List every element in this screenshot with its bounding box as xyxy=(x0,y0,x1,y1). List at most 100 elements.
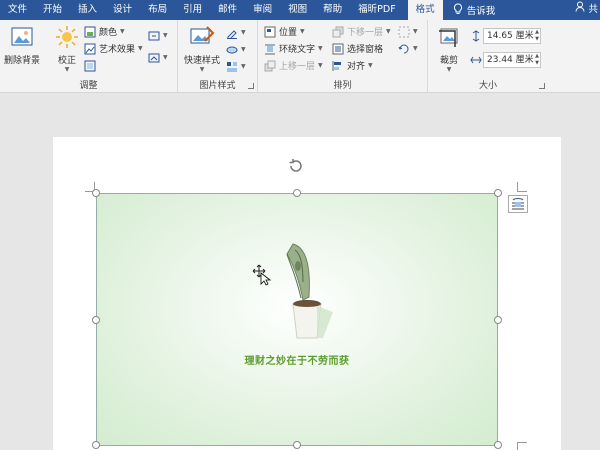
resize-handle-top[interactable] xyxy=(293,189,301,197)
quick-styles-button[interactable]: 快速样式 ▼ xyxy=(184,24,220,73)
color-label: 颜色 xyxy=(99,28,118,38)
align-label: 对齐 xyxy=(347,62,366,72)
resize-handle-left[interactable] xyxy=(92,316,100,324)
selection-pane-icon xyxy=(332,43,344,55)
position-button[interactable]: 位置 ▼ xyxy=(264,24,305,39)
chevron-down-icon: ▼ xyxy=(199,66,205,73)
tab-format[interactable]: 格式 xyxy=(407,0,443,20)
change-picture-button[interactable]: ▼ xyxy=(148,50,168,65)
compress-pictures-button[interactable]: ▼ xyxy=(148,28,168,43)
align-button[interactable]: 对齐 ▼ xyxy=(332,58,373,73)
tab-6[interactable]: 邮件 xyxy=(210,0,245,20)
layout-options-button[interactable] xyxy=(508,195,528,213)
resize-handle-right[interactable] xyxy=(494,316,502,324)
dialog-launcher-icon[interactable] xyxy=(539,83,545,89)
ribbon: 删除背景 校正 ▼ 颜色 ▼ 艺术效果 ▼ ▼ ▼ 调整 快速样式 ▼ ▼ ▼ … xyxy=(0,20,600,93)
share-button[interactable]: 共 xyxy=(575,0,600,20)
chevron-down-icon: ▼ xyxy=(163,32,168,39)
chevron-down-icon: ▼ xyxy=(138,45,143,52)
tab-7[interactable]: 审阅 xyxy=(245,0,280,20)
chevron-down-icon: ▼ xyxy=(368,62,373,69)
picture-effects-button[interactable]: ▼ xyxy=(226,42,246,57)
chevron-down-icon: ▼ xyxy=(413,45,418,52)
wrap-text-button[interactable]: 环绕文字 ▼ xyxy=(264,41,323,56)
correct-label: 校正 xyxy=(57,56,76,66)
margin-corner-mark xyxy=(517,442,527,450)
tab-1[interactable]: 开始 xyxy=(35,0,70,20)
width-field[interactable]: 23.44 厘米 ▲ ▼ xyxy=(483,52,541,68)
chevron-down-icon: ▼ xyxy=(163,54,168,61)
change-picture-icon xyxy=(148,52,160,64)
height-field[interactable]: 14.65 厘米 ▲ ▼ xyxy=(483,28,541,44)
group-arrange-label: 排列 xyxy=(333,81,352,91)
transparency-button[interactable] xyxy=(84,58,96,73)
resize-handle-bottom-right[interactable] xyxy=(494,441,502,449)
tab-4[interactable]: 布局 xyxy=(140,0,175,20)
sun-icon xyxy=(54,24,80,50)
remove-background-button[interactable]: 删除背景 xyxy=(4,24,40,66)
chevron-down-icon: ▼ xyxy=(64,66,70,73)
dialog-launcher-icon[interactable] xyxy=(248,83,254,89)
effects-icon xyxy=(226,44,238,56)
chevron-down-icon: ▼ xyxy=(241,63,246,70)
height-value: 14.65 厘米 xyxy=(487,31,534,41)
send-backward-label: 下移一层 xyxy=(347,28,384,38)
remove-background-icon xyxy=(9,24,35,50)
move-cursor-icon xyxy=(252,264,272,286)
tell-me-label: 告诉我 xyxy=(466,6,496,17)
group-picture-style-label: 图片样式 xyxy=(199,81,236,91)
picture-slogan: 理财之妙在于不劳而获 xyxy=(244,356,350,367)
tab-8[interactable]: 视图 xyxy=(280,0,315,20)
chevron-down-icon: ▼ xyxy=(241,29,246,36)
compress-icon xyxy=(148,30,160,42)
align-icon xyxy=(332,60,344,72)
group-adjust-label: 调整 xyxy=(79,81,98,91)
chevron-down-icon: ▼ xyxy=(300,28,305,35)
bring-forward-button[interactable]: 上移一层 ▼ xyxy=(264,58,323,73)
selection-pane-button[interactable]: 选择窗格 xyxy=(332,41,383,56)
selection-pane-label: 选择窗格 xyxy=(347,45,384,55)
picture-border-button[interactable]: ▼ xyxy=(226,25,246,40)
width-icon xyxy=(470,54,482,66)
remove-background-label: 删除背景 xyxy=(4,56,41,66)
tab-9[interactable]: 帮助 xyxy=(315,0,350,20)
chevron-down-icon: ▼ xyxy=(386,28,391,35)
resize-handle-top-left[interactable] xyxy=(92,189,100,197)
resize-handle-top-right[interactable] xyxy=(494,189,502,197)
art-effect-button[interactable]: 艺术效果 ▼ xyxy=(84,41,143,56)
art-effect-label: 艺术效果 xyxy=(99,45,136,55)
color-button[interactable]: 颜色 ▼ xyxy=(84,24,125,39)
selected-picture[interactable]: 理财之妙在于不劳而获 xyxy=(96,193,498,446)
share-label: 共 xyxy=(588,4,598,15)
tab-10[interactable]: 福昕PDF xyxy=(350,0,404,20)
resize-handle-bottom[interactable] xyxy=(293,441,301,449)
tab-3[interactable]: 设计 xyxy=(105,0,140,20)
crop-button[interactable]: 裁剪 ▼ xyxy=(436,24,462,73)
lightbulb-icon xyxy=(453,2,463,18)
rotate-button[interactable]: ▼ xyxy=(398,41,418,56)
bring-forward-icon xyxy=(264,60,276,72)
group-objects-button[interactable]: ▼ xyxy=(398,24,418,39)
width-value: 23.44 厘米 xyxy=(487,55,534,65)
tab-5[interactable]: 引用 xyxy=(175,0,210,20)
picture-layout-button[interactable]: ▼ xyxy=(226,59,246,74)
spinner-icon[interactable]: ▲ ▼ xyxy=(535,29,539,43)
quick-styles-label: 快速样式 xyxy=(184,56,221,66)
art-effect-icon xyxy=(84,43,96,55)
tell-me-box[interactable]: 告诉我 xyxy=(443,2,506,18)
correct-button[interactable]: 校正 ▼ xyxy=(54,24,80,73)
pen-icon xyxy=(226,27,238,39)
margin-corner-mark xyxy=(517,182,527,192)
spinner-icon[interactable]: ▲ ▼ xyxy=(535,53,539,67)
rotate-icon xyxy=(398,43,410,55)
send-backward-button[interactable]: 下移一层 ▼ xyxy=(332,24,391,39)
money-plant-image xyxy=(286,243,333,339)
rotate-handle-icon[interactable] xyxy=(288,158,304,174)
chevron-down-icon: ▼ xyxy=(446,66,452,73)
resize-handle-bottom-left[interactable] xyxy=(92,441,100,449)
group-objects-icon xyxy=(398,26,410,38)
tab-0[interactable]: 文件 xyxy=(0,0,35,20)
tab-2[interactable]: 插入 xyxy=(70,0,105,20)
group-size: 裁剪 ▼ 14.65 厘米 ▲ ▼ 23.44 厘米 ▲ ▼ 大小 xyxy=(428,20,548,93)
group-adjust: 删除背景 校正 ▼ 颜色 ▼ 艺术效果 ▼ ▼ ▼ 调整 xyxy=(0,20,178,93)
